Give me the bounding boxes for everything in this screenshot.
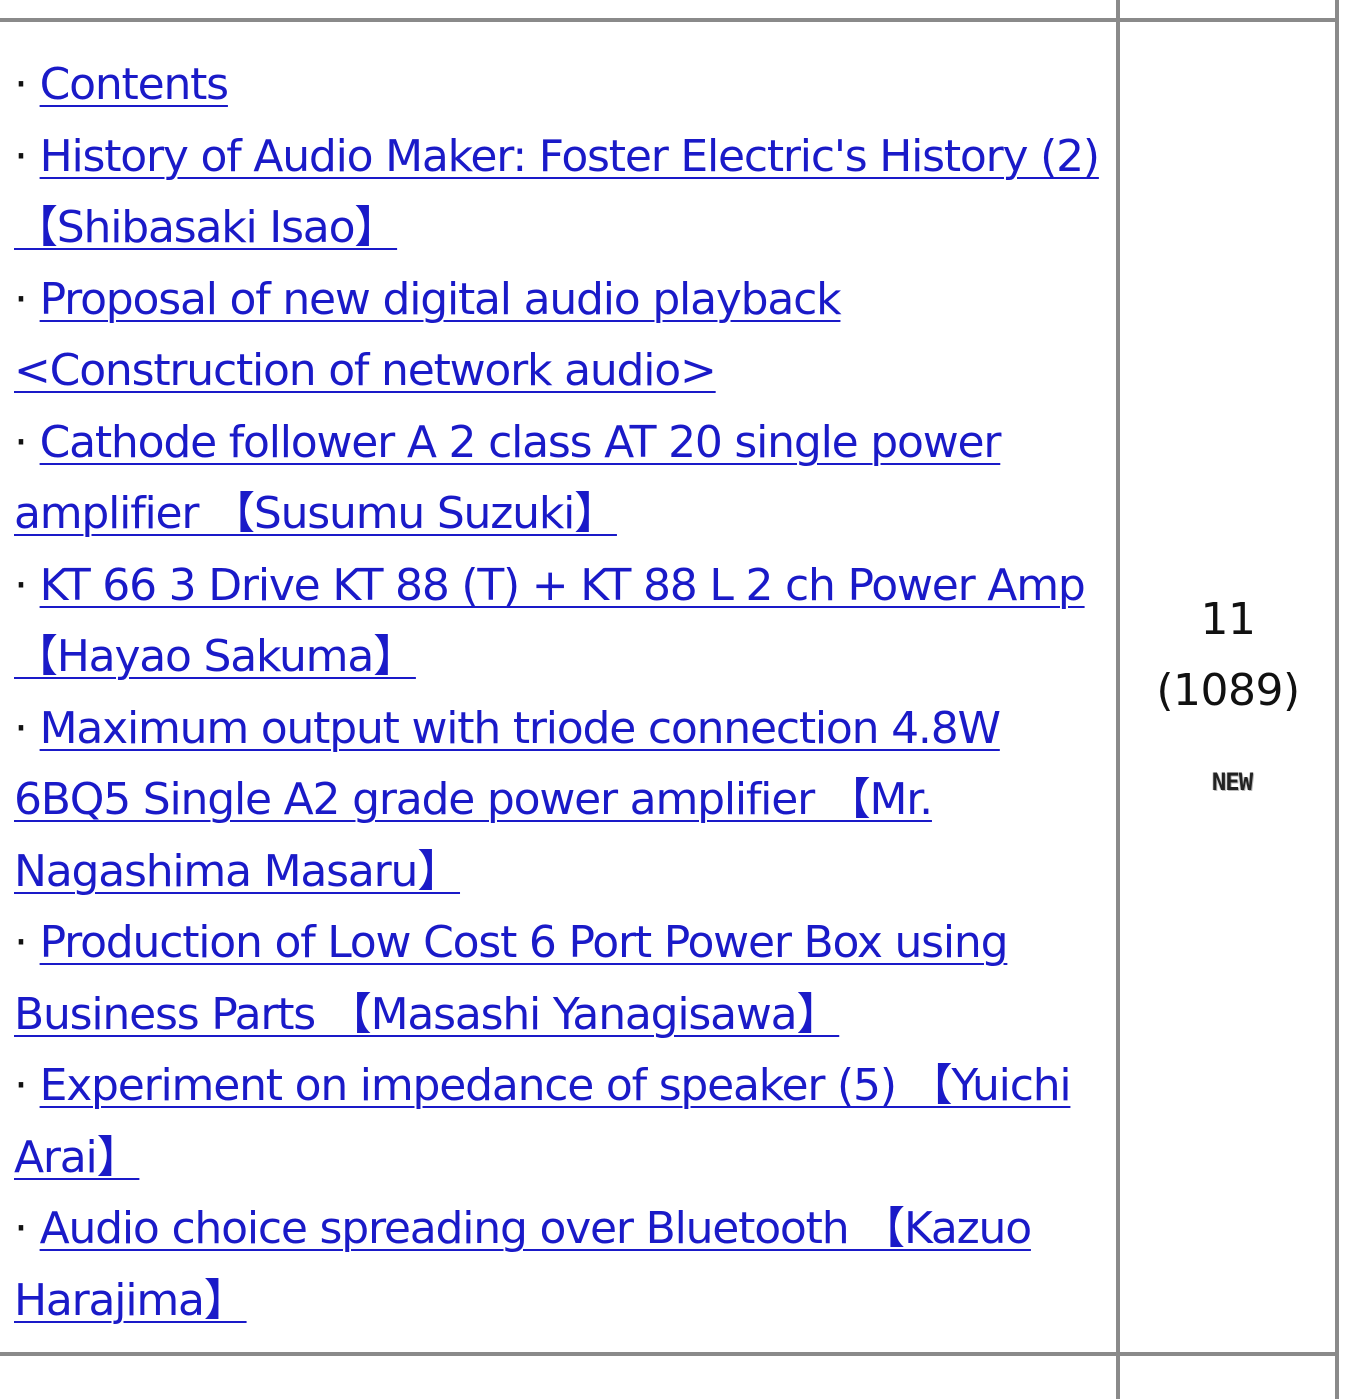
article-link-contents[interactable]: Contents [40, 59, 230, 110]
article-link-network-audio[interactable]: Proposal of new digital audio playback <… [14, 274, 842, 397]
bullet: · [14, 1060, 28, 1111]
article-link-kt88-power-amp[interactable]: KT 66 3 Drive KT 88 (T) + KT 88 L 2 ch P… [14, 560, 1086, 683]
list-item: · Maximum output with triode connection … [14, 693, 1104, 908]
new-badge-icon: NEW [1211, 768, 1253, 796]
list-item: · Proposal of new digital audio playback… [14, 264, 1104, 407]
issue-cell: 11 (1089) NEW [1120, 22, 1336, 1352]
bullet: · [14, 273, 28, 325]
article-link-power-box[interactable]: Production of Low Cost 6 Port Power Box … [14, 917, 1009, 1040]
issue-table: · Contents · History of Audio Maker: Fos… [0, 0, 1369, 1399]
list-item: · History of Audio Maker: Foster Electri… [14, 121, 1104, 264]
issue-total-number: (1089) [1156, 665, 1300, 716]
table-border-bottom [0, 1352, 1339, 1356]
list-item: · Contents [14, 49, 1104, 121]
bullet: · [14, 559, 28, 611]
article-link-6bq5-amplifier[interactable]: Maximum output with triode connection 4.… [14, 703, 1001, 897]
list-item: · Experiment on impedance of speaker (5)… [14, 1050, 1104, 1193]
article-link-bluetooth-audio[interactable]: Audio choice spreading over Bluetooth 【K… [14, 1203, 1032, 1326]
bullet: · [14, 59, 28, 110]
bullet: · [14, 1203, 28, 1254]
bullet: · [14, 702, 28, 754]
article-link-at20-amplifier[interactable]: Cathode follower A 2 class AT 20 single … [14, 417, 1001, 540]
bullet: · [14, 416, 28, 468]
bullet: · [14, 130, 28, 182]
bullet: · [14, 917, 28, 968]
list-item: · Production of Low Cost 6 Port Power Bo… [14, 907, 1104, 1050]
issue-number: 11 [1200, 594, 1257, 645]
article-link-speaker-impedance[interactable]: Experiment on impedance of speaker (5) 【… [14, 1060, 1072, 1183]
article-link-foster-history[interactable]: History of Audio Maker: Foster Electric'… [14, 131, 1100, 254]
list-item: · KT 66 3 Drive KT 88 (T) + KT 88 L 2 ch… [14, 550, 1104, 693]
list-item: · Cathode follower A 2 class AT 20 singl… [14, 407, 1104, 550]
list-item: · Audio choice spreading over Bluetooth … [14, 1193, 1104, 1336]
article-list: · Contents · History of Audio Maker: Fos… [14, 49, 1104, 1336]
